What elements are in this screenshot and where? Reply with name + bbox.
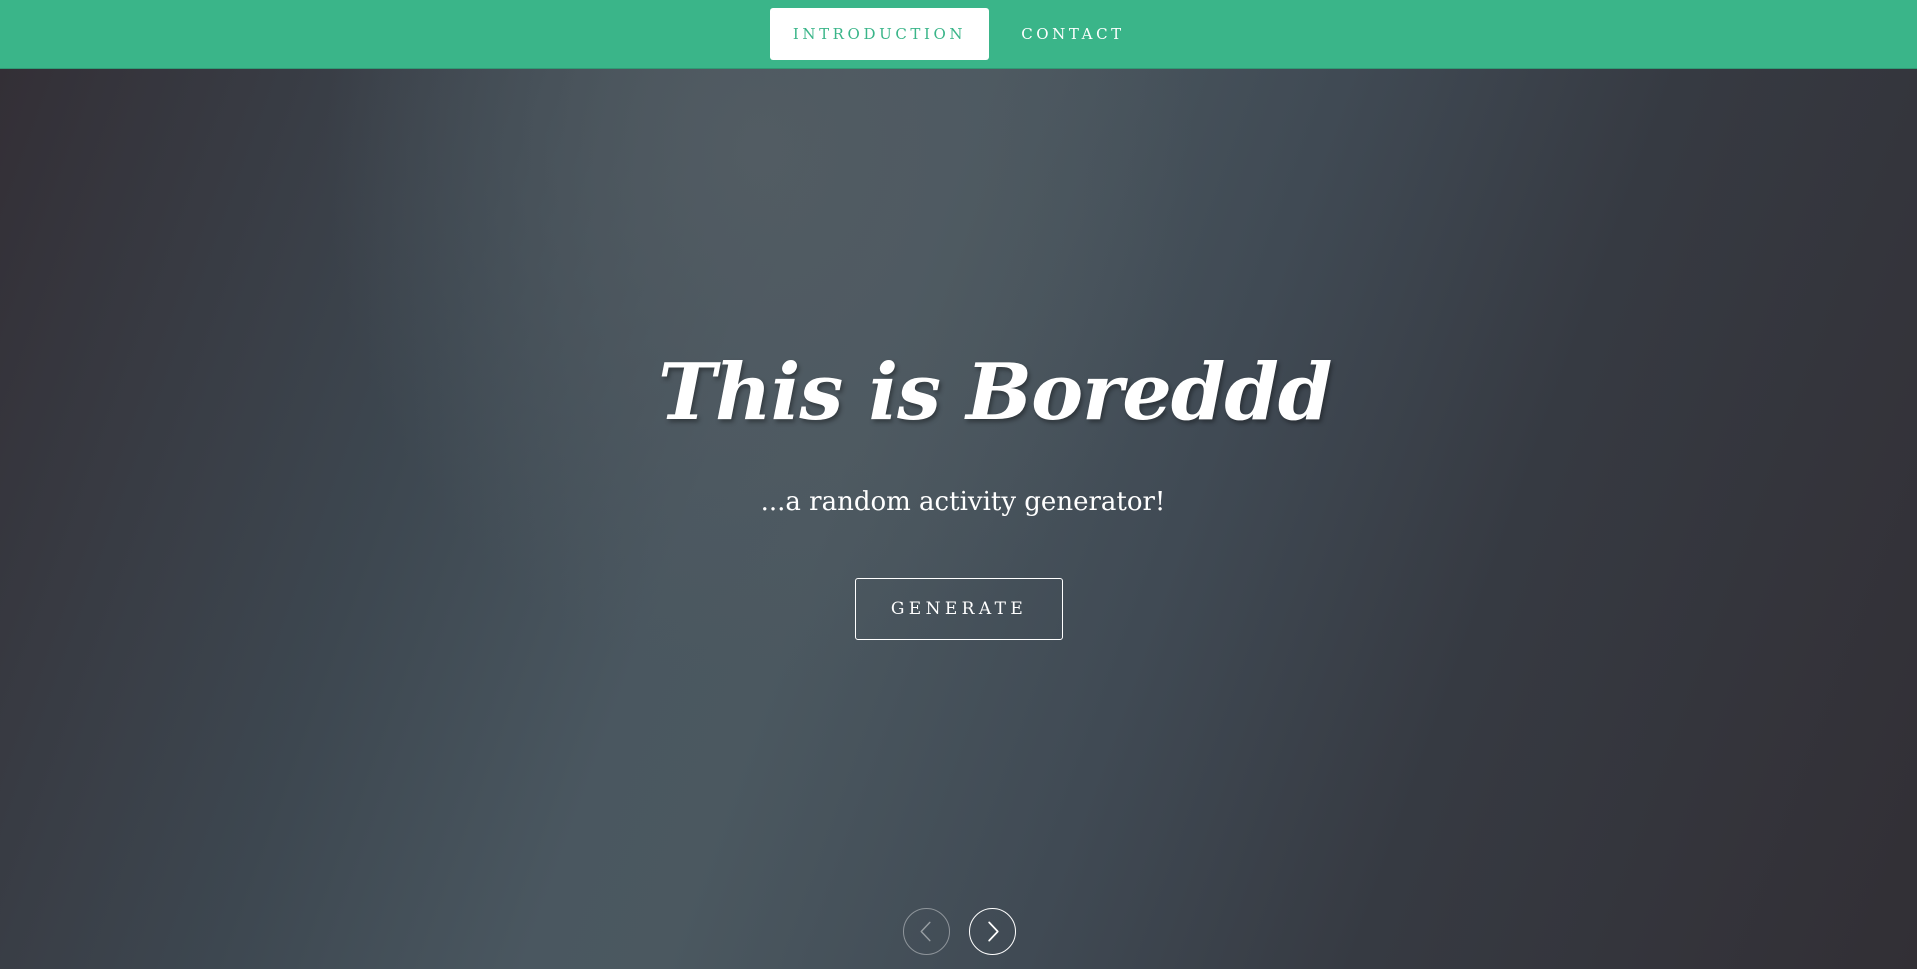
hero-title: This is Boreddd (658, 347, 1332, 438)
nav-tab-contact[interactable]: CONTACT (1008, 8, 1138, 60)
nav-tab-introduction[interactable]: INTRODUCTION (770, 8, 989, 60)
top-navigation-bar: INTRODUCTION CONTACT (0, 0, 1917, 69)
chevron-right-icon (988, 921, 999, 942)
generate-button[interactable]: GENERATE (855, 578, 1063, 640)
chevron-left-icon (920, 921, 931, 942)
hero-subtitle: ...a random activity generator! (760, 487, 1166, 517)
carousel-prev-button[interactable] (903, 908, 950, 955)
carousel-next-button[interactable] (969, 908, 1016, 955)
